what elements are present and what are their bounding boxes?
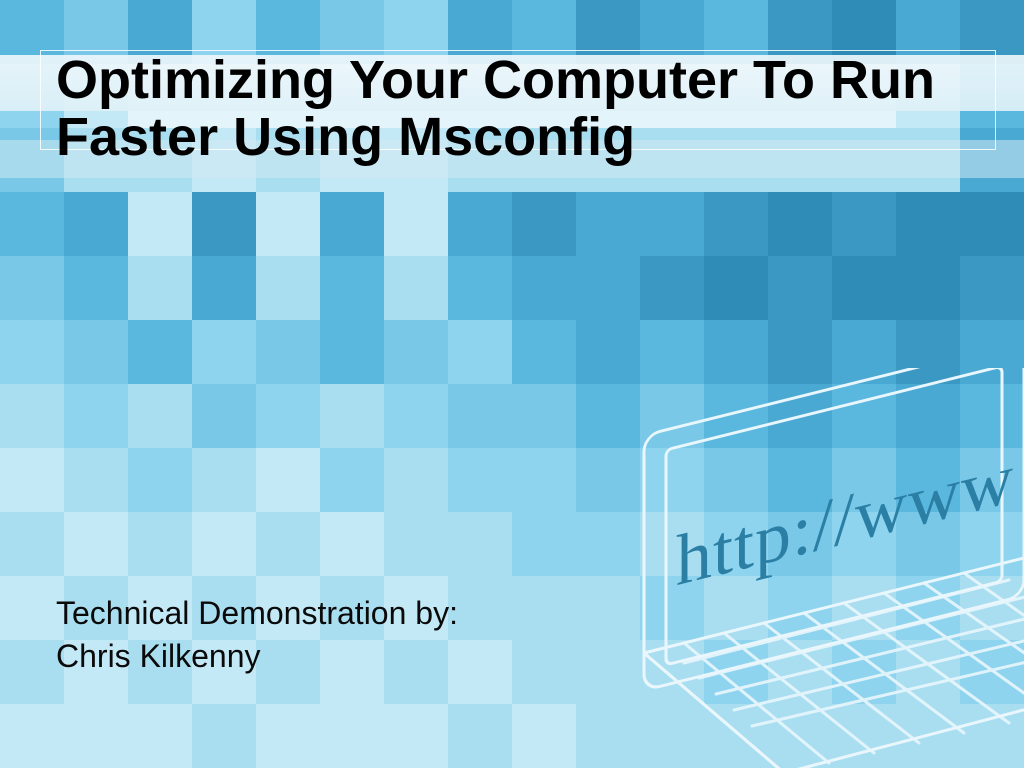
subtitle-line-1: Technical Demonstration by: bbox=[56, 592, 458, 635]
slide-subtitle: Technical Demonstration by: Chris Kilken… bbox=[56, 592, 458, 678]
laptop-illustration: http://www bbox=[544, 368, 1024, 768]
slide-title: Optimizing Your Computer To Run Faster U… bbox=[56, 52, 964, 165]
laptop-screen-text: http://www bbox=[676, 437, 1014, 601]
slide: Optimizing Your Computer To Run Faster U… bbox=[0, 0, 1024, 768]
subtitle-line-2: Chris Kilkenny bbox=[56, 635, 458, 678]
